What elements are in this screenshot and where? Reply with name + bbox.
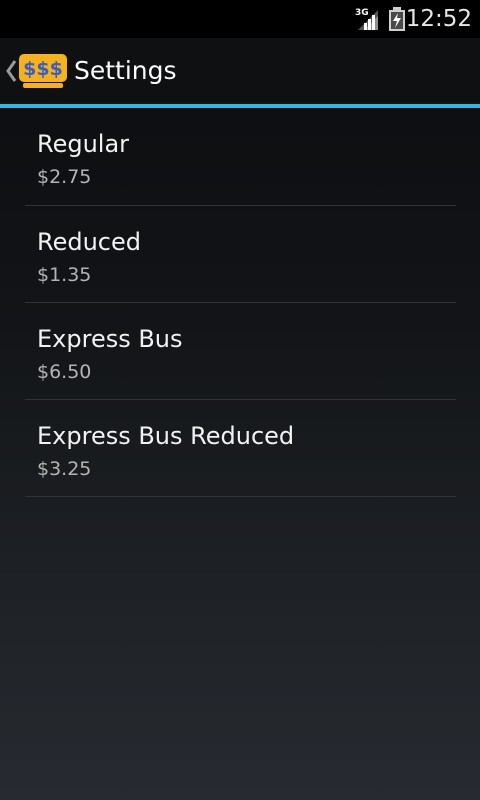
fare-item-express-bus-reduced[interactable]: Express Bus Reduced $3.25: [25, 400, 456, 497]
fare-price: $1.35: [37, 264, 92, 286]
app-icon-label: $$$: [23, 58, 63, 80]
signal-icon: 3G: [355, 8, 378, 30]
battery-charging-icon: [389, 7, 405, 31]
app-dollar-icon[interactable]: $$$: [18, 52, 68, 90]
fare-item-express-bus[interactable]: Express Bus $6.50: [25, 303, 456, 400]
fare-price: $3.25: [37, 458, 92, 480]
fare-name: Regular: [37, 130, 130, 158]
fare-name: Reduced: [37, 228, 142, 256]
fare-list: Regular $2.75 Reduced $1.35 Express Bus …: [0, 108, 480, 497]
fare-price: $2.75: [37, 166, 92, 188]
fare-item-reduced[interactable]: Reduced $1.35: [25, 206, 456, 303]
chevron-left-icon[interactable]: [4, 58, 18, 84]
page-title: Settings: [74, 56, 177, 85]
fare-name: Express Bus: [37, 325, 183, 353]
status-time: 12:52: [405, 6, 472, 32]
status-bar: 3G 12:52: [0, 0, 480, 38]
action-bar: $$$ Settings: [0, 38, 480, 104]
fare-price: $6.50: [37, 361, 92, 383]
fare-item-regular[interactable]: Regular $2.75: [25, 108, 456, 206]
network-type-label: 3G: [355, 8, 369, 18]
fare-name: Express Bus Reduced: [37, 422, 295, 450]
